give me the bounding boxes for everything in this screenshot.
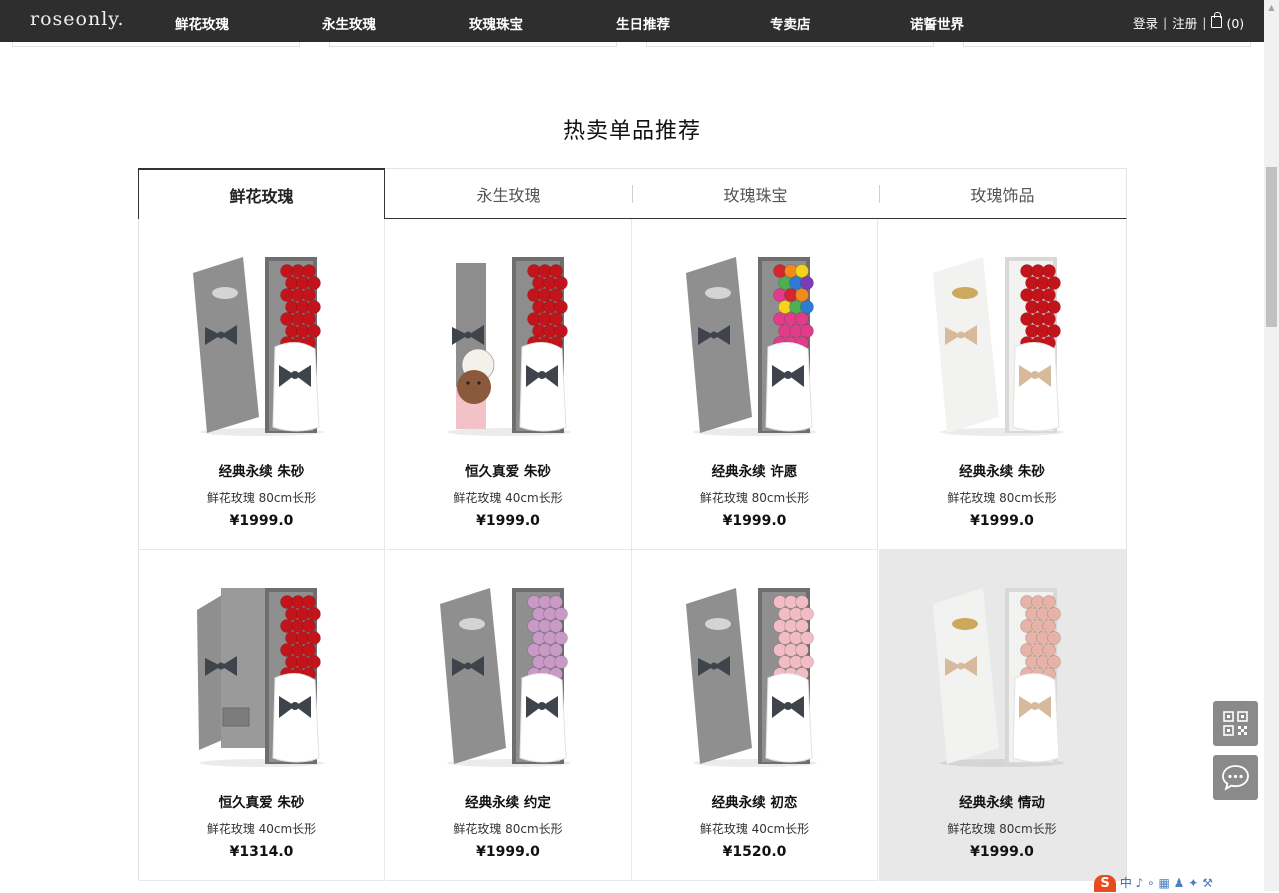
product-image[interactable] [187, 237, 337, 436]
product-card[interactable]: 恒久真爱 朱砂鲜花玫瑰 40cm长形 ¥1314.0 [139, 550, 385, 881]
top-nav-bar: roseonly. 鲜花玫瑰 永生玫瑰 玫瑰珠宝 生日推荐 专卖店 诺誓世界 登… [0, 0, 1264, 42]
product-image[interactable] [434, 568, 584, 767]
product-spec: 鲜花玫瑰 40cm长形 [206, 822, 317, 836]
tab-fresh-roses[interactable]: 鲜花玫瑰 [138, 168, 385, 219]
ime-toolbar: S 中 ♪ ∘ ▦ ♟ ✦ ⚒ [1094, 874, 1264, 892]
product-price: ¥1999.0 [476, 844, 540, 860]
product-name[interactable]: 恒久真爱 朱砂 [139, 791, 384, 811]
product-name[interactable]: 恒久真爱 朱砂 [386, 460, 631, 480]
product-name[interactable]: 经典永续 约定 [386, 791, 631, 811]
nav-item-eternal-roses[interactable]: 永生玫瑰 [322, 13, 376, 33]
page-scrollbar[interactable]: ▲ [1264, 0, 1279, 891]
product-card[interactable]: 经典永续 朱砂鲜花玫瑰 80cm长形 ¥1999.0 [878, 219, 1126, 550]
chat-icon [1222, 765, 1249, 791]
product-spec: 鲜花玫瑰 80cm长形 [206, 491, 317, 505]
ime-mode[interactable]: 中 [1120, 876, 1132, 890]
product-card[interactable]: 经典永续 情动鲜花玫瑰 80cm长形 ¥1999.0 [878, 550, 1126, 881]
product-name[interactable]: 经典永续 初恋 [632, 791, 877, 811]
product-image[interactable] [680, 568, 830, 767]
tab-rose-accessories[interactable]: 玫瑰饰品 [879, 169, 1126, 219]
tab-eternal-roses[interactable]: 永生玫瑰 [385, 169, 632, 219]
product-spec: 鲜花玫瑰 80cm长形 [699, 491, 810, 505]
scroll-up-arrow[interactable]: ▲ [1264, 0, 1279, 16]
nav-item-birthday[interactable]: 生日推荐 [616, 13, 670, 33]
product-image[interactable] [434, 237, 584, 436]
product-price: ¥1999.0 [970, 844, 1034, 860]
product-image[interactable] [927, 237, 1077, 436]
product-spec: 鲜花玫瑰 80cm长形 [453, 822, 563, 836]
nav-item-stores[interactable]: 专卖店 [770, 13, 811, 33]
product-name[interactable]: 经典永续 情动 [879, 791, 1126, 811]
product-card[interactable]: 经典永续 许愿鲜花玫瑰 80cm长形 ¥1999.0 [632, 219, 878, 550]
qrcode-icon [1223, 711, 1248, 736]
product-name[interactable]: 经典永续 朱砂 [139, 460, 384, 480]
nav-item-vow-world[interactable]: 诺誓世界 [910, 13, 964, 33]
nav-item-fresh-roses[interactable]: 鲜花玫瑰 [175, 13, 229, 33]
product-card[interactable]: 经典永续 初恋鲜花玫瑰 40cm长形 ¥1520.0 [632, 550, 878, 881]
tab-rose-jewelry[interactable]: 玫瑰珠宝 [632, 169, 879, 219]
product-price: ¥1520.0 [722, 844, 787, 860]
register-link[interactable]: 注册 [1172, 13, 1197, 32]
cart-count: (0) [1226, 15, 1245, 31]
product-price: ¥1999.0 [722, 513, 787, 529]
sogou-ime-icon[interactable]: S [1094, 875, 1116, 892]
product-price: ¥1999.0 [970, 513, 1034, 529]
product-name[interactable]: 经典永续 朱砂 [879, 460, 1126, 480]
product-price: ¥1999.0 [229, 513, 294, 529]
chat-button[interactable] [1213, 755, 1258, 800]
qrcode-button[interactable] [1213, 701, 1258, 746]
cart-button[interactable]: (0) [1211, 11, 1245, 31]
product-price: ¥1999.0 [476, 513, 540, 529]
product-card[interactable]: 经典永续 约定鲜花玫瑰 80cm长形 ¥1999.0 [385, 550, 632, 881]
product-card[interactable]: 恒久真爱 朱砂鲜花玫瑰 40cm长形 ¥1999.0 [385, 219, 632, 550]
product-spec: 鲜花玫瑰 80cm长形 [947, 822, 1057, 836]
nav-item-rose-jewelry[interactable]: 玫瑰珠宝 [469, 13, 523, 33]
product-spec: 鲜花玫瑰 40cm长形 [453, 491, 563, 505]
login-link[interactable]: 登录 [1133, 13, 1158, 32]
product-image[interactable] [680, 237, 830, 436]
category-tabs: 鲜花玫瑰 永生玫瑰 玫瑰珠宝 玫瑰饰品 [138, 168, 1127, 219]
section-title: 热卖单品推荐 [562, 119, 701, 144]
product-card[interactable]: 经典永续 朱砂鲜花玫瑰 80cm长形 ¥1999.0 [139, 219, 385, 550]
product-grid: 经典永续 朱砂 鲜花玫瑰 80cm长形 ¥1999.0 恒久真爱 朱砂 鲜花玫瑰 40… [138, 219, 1127, 881]
product-price: ¥1314.0 [229, 844, 294, 860]
account-links: 登录 | 注册 | (0) [1133, 11, 1245, 32]
product-spec: 鲜花玫瑰 40cm长形 [699, 822, 810, 836]
shopping-bag-icon [1211, 11, 1223, 28]
product-spec: 鲜花玫瑰 80cm长形 [947, 491, 1057, 505]
product-name[interactable]: 经典永续 许愿 [632, 460, 877, 480]
product-image[interactable] [187, 568, 337, 767]
product-image[interactable] [927, 568, 1077, 767]
scroll-thumb[interactable] [1266, 167, 1277, 327]
site-logo[interactable]: roseonly. [30, 8, 125, 30]
